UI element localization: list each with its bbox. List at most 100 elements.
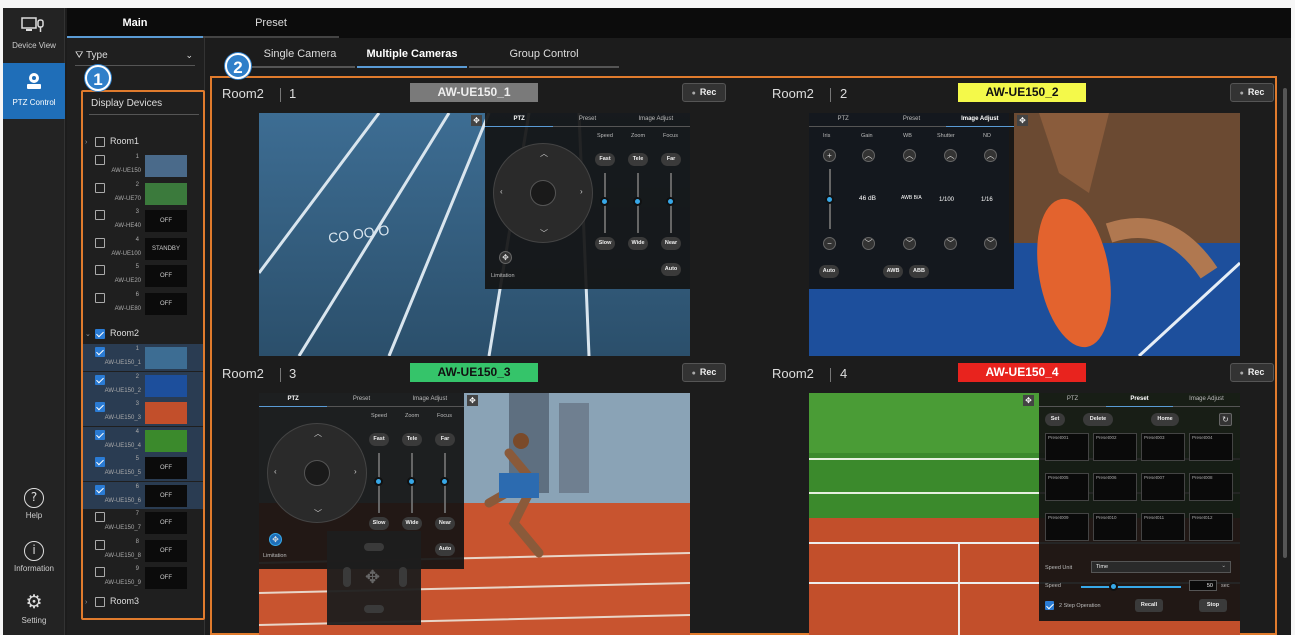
slider-knob[interactable] (407, 477, 416, 486)
rail-ptz-control[interactable]: PTZ Control (3, 63, 65, 119)
speed-unit-select[interactable]: Time ⌄ (1091, 561, 1231, 573)
preset-slot[interactable]: Preset012 (1189, 513, 1233, 541)
stop-button[interactable]: Stop (1199, 599, 1227, 612)
chevron-up-icon[interactable]: ︿ (862, 149, 875, 162)
slow-button[interactable]: Slow (369, 517, 389, 530)
chevron-up-icon[interactable]: ︿ (903, 149, 916, 162)
room-group-room1[interactable]: › Room1 (85, 134, 139, 148)
move-overlay-icon[interactable]: ✥ (1023, 395, 1034, 406)
iris-minus-icon[interactable]: − (823, 237, 836, 250)
device-checkbox[interactable] (95, 292, 105, 303)
device-item[interactable]: 5 AW-UE150_5 OFF (83, 454, 203, 481)
device-checkbox[interactable] (95, 484, 105, 495)
room-checkbox[interactable] (95, 596, 105, 607)
preset-slot[interactable]: Preset003 (1141, 433, 1185, 461)
device-checkbox[interactable] (95, 457, 105, 467)
device-checkbox[interactable] (95, 210, 105, 220)
arrow-up-icon[interactable]: ︿ (540, 148, 548, 159)
device-checkbox[interactable] (95, 182, 105, 193)
tab-image-adjust[interactable]: Image Adjust (395, 393, 464, 407)
slider-knob[interactable] (1109, 582, 1118, 591)
device-item[interactable]: 8 AW-UE150_8 OFF (83, 537, 203, 564)
tele-button[interactable]: Tele (628, 153, 648, 166)
device-item[interactable]: 4 AW-UE150_4 (83, 426, 203, 454)
tab-preset[interactable]: Preset (1106, 393, 1173, 407)
device-checkbox[interactable] (95, 155, 105, 165)
device-checkbox[interactable] (95, 347, 105, 357)
tab-multiple-cameras[interactable]: Multiple Cameras (357, 48, 467, 68)
device-checkbox[interactable] (95, 237, 105, 248)
limitation-icon[interactable]: ✥ (499, 251, 512, 264)
tab-preset[interactable]: Preset (877, 113, 946, 127)
tab-ptz[interactable]: PTZ (485, 113, 554, 127)
device-item[interactable]: 2 AW-UE70 (83, 180, 203, 207)
limit-down-button[interactable] (364, 605, 384, 613)
slider-knob[interactable] (633, 197, 642, 206)
arrow-up-icon[interactable]: ︿ (314, 428, 322, 439)
arrow-right-icon[interactable]: › (580, 187, 583, 196)
fast-button[interactable]: Fast (369, 433, 389, 446)
iris-plus-icon[interactable]: + (823, 149, 836, 162)
limit-up-button[interactable] (364, 543, 384, 551)
chevron-down-icon[interactable]: ﹀ (944, 237, 957, 250)
chevron-down-icon[interactable]: ﹀ (984, 237, 997, 250)
arrow-down-icon[interactable]: ﹀ (540, 228, 548, 239)
preset-slot[interactable]: Preset008 (1189, 473, 1233, 501)
two-step-checkbox[interactable] (1045, 601, 1054, 610)
tab-ptz[interactable]: PTZ (809, 113, 878, 127)
rec-button[interactable]: Rec (1230, 363, 1274, 382)
awb-button[interactable]: AWB (883, 265, 903, 278)
preset-slot[interactable]: Preset004 (1189, 433, 1233, 461)
tab-ptz[interactable]: PTZ (259, 393, 328, 407)
chevron-down-icon[interactable]: ﹀ (862, 237, 875, 250)
device-item[interactable]: 4 AW-UE100 STANDBY (83, 235, 203, 262)
near-button[interactable]: Near (661, 237, 681, 250)
chevron-up-icon[interactable]: ︿ (984, 149, 997, 162)
slider-knob[interactable] (666, 197, 675, 206)
camera-view[interactable]: PTZ Preset Image Adjust Set Delete Home ↻ … (809, 393, 1240, 635)
move-overlay-icon[interactable]: ✥ (1017, 115, 1028, 126)
limitation-icon[interactable]: ✥ (269, 533, 282, 546)
preset-delete-button[interactable]: Delete (1083, 413, 1113, 426)
arrow-down-icon[interactable]: ﹀ (314, 508, 322, 519)
tab-group-control[interactable]: Group Control (469, 48, 619, 68)
tab-image-adjust[interactable]: Image Adjust (945, 113, 1014, 127)
preset-slot[interactable]: Preset011 (1141, 513, 1185, 541)
chevron-up-icon[interactable]: ︿ (944, 149, 957, 162)
far-button[interactable]: Far (435, 433, 455, 446)
camera-view[interactable]: CO OO O PTZ Preset Image Adjust ︿ ﹀ ‹ › Sp… (259, 113, 690, 356)
recall-button[interactable]: Recall (1135, 599, 1163, 612)
iris-auto-button[interactable]: Auto (819, 265, 839, 278)
room-group-room2[interactable]: ⌄ Room2 (85, 326, 139, 340)
chevron-down-icon[interactable]: ﹀ (903, 237, 916, 250)
wide-button[interactable]: Wide (628, 237, 648, 250)
near-button[interactable]: Near (435, 517, 455, 530)
tab-main[interactable]: Main (67, 8, 203, 38)
rail-help[interactable]: ? Help (3, 488, 65, 520)
wide-button[interactable]: Wide (402, 517, 422, 530)
move-overlay-icon[interactable]: ✥ (467, 395, 478, 406)
device-checkbox[interactable] (95, 429, 105, 440)
camera-view[interactable]: PTZ Preset Image Adjust ︿ ﹀ ‹ › Speed Zoom… (259, 393, 690, 635)
rec-button[interactable]: Rec (682, 363, 726, 382)
preset-slot[interactable]: Preset005 (1045, 473, 1089, 501)
arrow-left-icon[interactable]: ‹ (274, 467, 277, 476)
focus-auto-button[interactable]: Auto (435, 543, 455, 556)
device-item[interactable]: 1 AW-UE150 (83, 152, 203, 179)
tab-single-camera[interactable]: Single Camera (245, 48, 355, 68)
preset-slot[interactable]: Preset007 (1141, 473, 1185, 501)
preset-speed-slider[interactable] (1081, 586, 1181, 588)
slow-button[interactable]: Slow (595, 237, 615, 250)
speed-value-input[interactable]: 50 (1189, 580, 1217, 591)
far-button[interactable]: Far (661, 153, 681, 166)
type-filter-dropdown[interactable]: ⛛ Type ⌄ (75, 50, 195, 66)
preset-slot[interactable]: Preset001 (1045, 433, 1089, 461)
tab-image-adjust[interactable]: Image Adjust (621, 113, 690, 127)
device-checkbox[interactable] (95, 539, 105, 550)
rail-information[interactable]: i Information (3, 541, 65, 573)
preset-slot[interactable]: Preset009 (1045, 513, 1089, 541)
device-item[interactable]: 3 AW-HE40 OFF (83, 207, 203, 234)
arrow-right-icon[interactable]: › (354, 467, 357, 476)
room-checkbox[interactable] (95, 328, 105, 339)
room-group-room3[interactable]: › Room3 (85, 594, 139, 608)
